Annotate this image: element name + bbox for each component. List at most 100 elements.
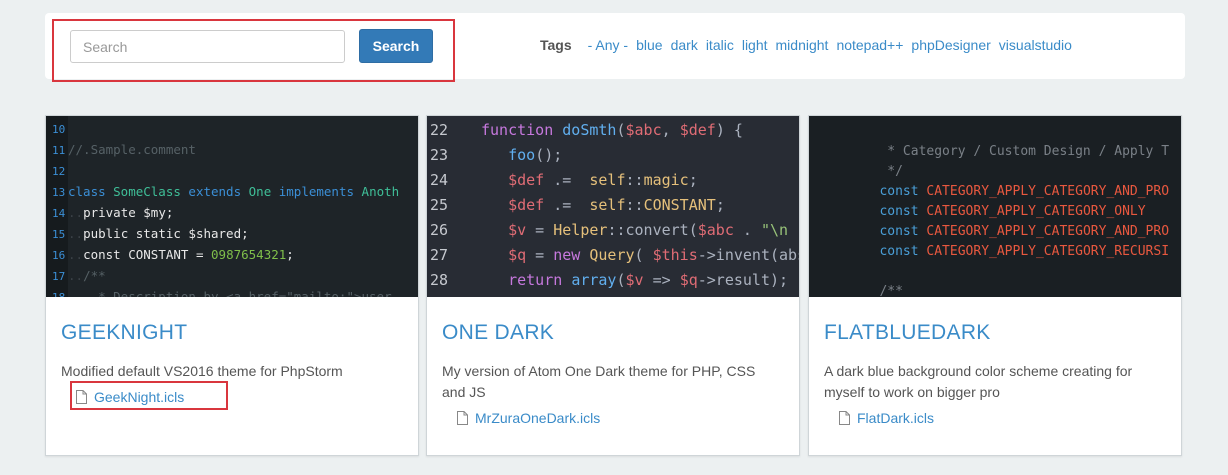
tag-light[interactable]: light bbox=[742, 37, 768, 53]
tag-italic[interactable]: italic bbox=[706, 37, 734, 53]
tag-notepad-plus-plus[interactable]: notepad++ bbox=[836, 37, 903, 53]
code-token: $def bbox=[679, 121, 716, 139]
file-name: GeekNight.icls bbox=[94, 389, 185, 405]
code-token: Helper bbox=[553, 221, 608, 239]
code-token: $def bbox=[508, 171, 545, 189]
code-preview-one-dark[interactable]: 22 function doSmth($abc, $def) {23 foo();… bbox=[427, 116, 799, 297]
code-line: 13 class SomeClass extends One implements… bbox=[46, 182, 399, 202]
code-token: .= bbox=[544, 196, 590, 214]
code-line: 24 $def .= self::magic; bbox=[427, 168, 698, 193]
code-token: CATEGORY_APPLY_CATEGORY_AND_PRO bbox=[926, 224, 1170, 239]
code-token: CATEGORY_APPLY_CATEGORY_AND_PRO bbox=[926, 184, 1170, 199]
theme-card-one-dark: 22 function doSmth($abc, $def) {23 foo();… bbox=[426, 115, 800, 456]
line-number: 13 bbox=[52, 186, 66, 199]
theme-title-link[interactable]: GEEKNIGHT bbox=[61, 321, 187, 345]
code-token: class bbox=[68, 184, 114, 199]
theme-title-link[interactable]: FLATBLUEDARK bbox=[824, 321, 991, 345]
code-line: 14 ..private $my; bbox=[46, 203, 173, 223]
theme-description: My version of Atom One Dark theme for PH… bbox=[442, 363, 756, 400]
code-token: (); bbox=[535, 146, 563, 164]
theme-card-geeknight: 10 11//.Sample.comment 12 13 class SomeClass… bbox=[45, 115, 419, 456]
line-number: 22 bbox=[430, 121, 449, 139]
code-token: convert bbox=[625, 221, 689, 239]
code-token: .= bbox=[544, 171, 590, 189]
line-number: 26 bbox=[430, 221, 449, 239]
tag-any[interactable]: - Any - bbox=[588, 37, 628, 53]
line-number: 23 bbox=[430, 146, 449, 164]
code-token: array bbox=[571, 271, 617, 289]
code-token: $v bbox=[508, 221, 527, 239]
code-line: * Category / Custom Design / Apply T bbox=[809, 142, 1169, 162]
code-preview-geeknight[interactable]: 10 11//.Sample.comment 12 13 class SomeClass… bbox=[46, 116, 418, 297]
code-token: public static bbox=[83, 226, 189, 241]
file-icon bbox=[457, 411, 468, 425]
download-file-link[interactable]: FlatDark.icls bbox=[839, 410, 934, 426]
download-file-link[interactable]: MrZuraOneDark.icls bbox=[457, 410, 600, 426]
code-token: const bbox=[809, 204, 927, 219]
code-token: return bbox=[508, 271, 572, 289]
code-token: /** bbox=[83, 268, 106, 283]
code-token: Anoth bbox=[361, 184, 400, 199]
code-line: 27 $q = new Query( $this->invent(abs bbox=[427, 243, 799, 268]
tag-blue[interactable]: blue bbox=[636, 37, 662, 53]
code-token: $q bbox=[679, 271, 698, 289]
code-preview-flatbluedark[interactable]: * Category / Custom Design / Apply T */ … bbox=[809, 116, 1181, 297]
tag-phpdesigner[interactable]: phpDesigner bbox=[911, 37, 990, 53]
code-token: const bbox=[809, 224, 927, 239]
search-input[interactable] bbox=[70, 30, 345, 63]
code-token: ; bbox=[286, 247, 294, 262]
line-number: 24 bbox=[430, 171, 449, 189]
code-token: . bbox=[733, 221, 761, 239]
code-token: private bbox=[83, 205, 144, 220]
tag-dark[interactable]: dark bbox=[671, 37, 698, 53]
theme-title-link[interactable]: ONE DARK bbox=[442, 321, 554, 345]
code-token: implements bbox=[278, 184, 362, 199]
code-line: const CATEGORY_APPLY_CATEGORY_ONLY bbox=[809, 202, 1146, 222]
code-token: $my; bbox=[143, 205, 174, 220]
tag-visualstudio[interactable]: visualstudio bbox=[999, 37, 1072, 53]
code-token: One bbox=[248, 184, 279, 199]
code-token: new bbox=[553, 246, 590, 264]
code-token: foo bbox=[508, 146, 536, 164]
code-token: .. bbox=[68, 247, 84, 262]
code-token: :: bbox=[625, 196, 644, 214]
code-token: .. bbox=[68, 226, 84, 241]
code-line: 12 bbox=[46, 161, 68, 181]
code-token: ; bbox=[688, 171, 698, 189]
code-token: /** bbox=[809, 284, 903, 297]
line-number: 12 bbox=[52, 165, 66, 178]
code-token: ; bbox=[715, 196, 725, 214]
code-token: = bbox=[526, 246, 554, 264]
code-line: /** bbox=[809, 282, 903, 297]
code-token: CATEGORY_APPLY_CATEGORY_ONLY bbox=[926, 204, 1146, 219]
code-token: $v bbox=[625, 271, 644, 289]
code-line: 18....* Description by <a href="mailto:"… bbox=[46, 287, 392, 297]
code-line: const CATEGORY_APPLY_CATEGORY_RECURSI bbox=[809, 242, 1169, 262]
code-token: "\n bbox=[760, 221, 798, 239]
code-token: self bbox=[589, 196, 626, 214]
code-token: const bbox=[83, 247, 129, 262]
code-token: ....* Description by <a href="mailto:">u… bbox=[68, 289, 392, 297]
code-token: $abc bbox=[697, 221, 734, 239]
tag-midnight[interactable]: midnight bbox=[776, 37, 829, 53]
code-token: .. bbox=[68, 268, 84, 283]
search-button[interactable]: Search bbox=[359, 29, 433, 63]
code-token: $q bbox=[508, 246, 527, 264]
theme-card-flatbluedark: * Category / Custom Design / Apply T */ … bbox=[808, 115, 1182, 456]
code-line: 15 ..public static $shared; bbox=[46, 224, 249, 244]
code-token: const bbox=[809, 244, 927, 259]
code-token: magic bbox=[643, 171, 689, 189]
code-line: const CATEGORY_APPLY_CATEGORY_AND_PRO bbox=[809, 182, 1169, 202]
code-token: SomeClass bbox=[113, 184, 189, 199]
code-token: ->result); bbox=[697, 271, 789, 289]
tags-label: Tags bbox=[540, 37, 572, 53]
code-token: doSmth bbox=[562, 121, 617, 139]
line-number: 15 bbox=[52, 228, 66, 241]
code-token: const bbox=[809, 184, 927, 199]
download-file-link[interactable]: GeekNight.icls bbox=[76, 389, 184, 405]
code-line: */ bbox=[809, 162, 903, 182]
